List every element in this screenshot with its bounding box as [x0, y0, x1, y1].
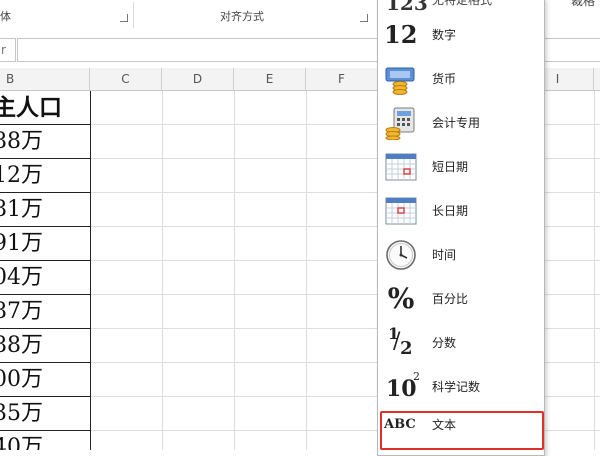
currency-icon: [385, 67, 415, 95]
sci-exponent: 2: [413, 370, 420, 383]
ribbon-group-align-label: 对齐方式: [220, 10, 264, 23]
cell-b[interactable]: 00万: [0, 363, 90, 397]
format-item-label: 百分比: [432, 292, 469, 306]
short-date-calendar-icon: [385, 153, 417, 181]
format-item-text[interactable]: ABC 文本: [378, 409, 544, 453]
long-date-calendar-icon: [385, 197, 417, 225]
cell-b-header[interactable]: 主人口: [0, 91, 90, 125]
format-item-label: 科学记数: [432, 380, 481, 394]
format-item-label: 短日期: [432, 160, 469, 174]
format-item-currency[interactable]: 货币: [378, 57, 544, 101]
format-item-label: 无特定格式: [432, 0, 493, 7]
fraction-denominator: 2: [400, 338, 413, 359]
format-item-label: 数字: [432, 28, 457, 42]
name-box[interactable]: r: [0, 38, 16, 62]
fraction-icon: 1 / 2: [384, 324, 418, 360]
cell-b[interactable]: 88万: [0, 329, 90, 363]
cell-b[interactable]: 91万: [0, 227, 90, 261]
clock-icon: [386, 240, 416, 270]
format-item-label: 文本: [432, 418, 457, 432]
format-item-time[interactable]: 时间: [378, 233, 544, 277]
format-item-fraction[interactable]: 1 / 2 分数: [378, 321, 544, 365]
format-item-accounting[interactable]: 会计专用: [378, 101, 544, 145]
number-format-dropdown[interactable]: 123 无特定格式 12 数字 货币 会计专用 短日期 长日期 时间 % 百分比…: [377, 0, 545, 456]
format-item-label: 货币: [432, 72, 457, 86]
accounting-icon: [385, 107, 415, 140]
font-dialog-launcher[interactable]: [120, 14, 128, 22]
cell-b[interactable]: 88万: [0, 125, 90, 159]
format-item-label: 时间: [432, 248, 457, 262]
cell-b[interactable]: 87万: [0, 295, 90, 329]
column-header-b[interactable]: B: [0, 68, 90, 90]
format-item-label: 分数: [432, 336, 457, 350]
ribbon-separator: [133, 2, 134, 28]
ribbon-right-label: 裁格: [571, 0, 596, 8]
alignment-dialog-launcher[interactable]: [360, 14, 368, 22]
format-item-label: 会计专用: [432, 116, 481, 130]
column-header-c[interactable]: C: [90, 68, 162, 90]
format-item-long-date[interactable]: 长日期: [378, 189, 544, 233]
number-12-icon: 12: [384, 20, 418, 49]
scientific-notation-icon: 10 2: [384, 370, 420, 404]
cell-b[interactable]: 81万: [0, 193, 90, 227]
column-header-e[interactable]: E: [234, 68, 306, 90]
name-box-arrow-icon: r: [1, 43, 6, 57]
ribbon-group-font-label: 体: [0, 10, 11, 23]
cell-b[interactable]: 40万: [0, 431, 90, 450]
column-header-f[interactable]: F: [306, 68, 378, 90]
format-item-percent[interactable]: % 百分比: [378, 277, 544, 321]
format-item-label: 长日期: [432, 204, 469, 218]
column-header-d[interactable]: D: [162, 68, 234, 90]
format-item-general[interactable]: 123 无特定格式: [378, 0, 544, 15]
cell-b[interactable]: 04万: [0, 261, 90, 295]
percent-icon: %: [387, 282, 415, 315]
format-item-short-date[interactable]: 短日期: [378, 145, 544, 189]
text-abc-icon: ABC: [384, 417, 416, 432]
format-item-scientific[interactable]: 10 2 科学记数: [378, 365, 544, 409]
format-item-number[interactable]: 12 数字: [378, 13, 544, 57]
cell-b[interactable]: 35万: [0, 397, 90, 431]
cell-b[interactable]: 12万: [0, 159, 90, 193]
